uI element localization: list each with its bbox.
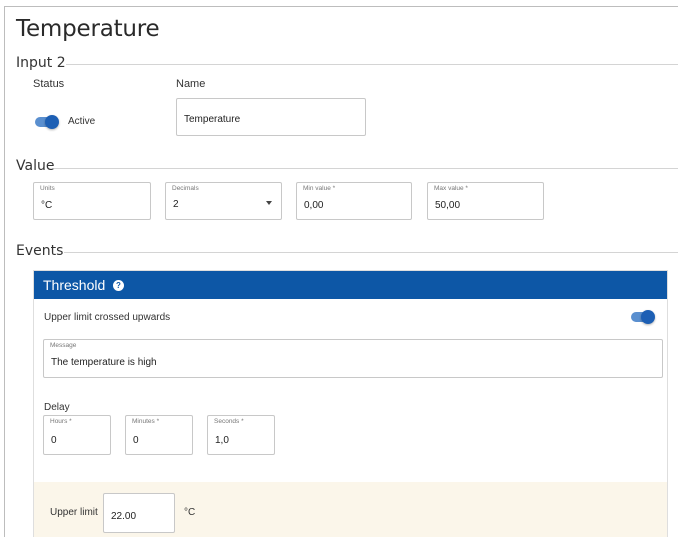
upper-limit-label: Upper limit [50, 507, 98, 518]
toggle-knob [641, 310, 655, 324]
section-heading-value: Value [16, 158, 55, 174]
name-input[interactable]: Temperature [176, 98, 366, 136]
delay-label: Delay [44, 402, 70, 413]
name-label: Name [176, 78, 206, 90]
hours-field[interactable]: Hours * 0 [43, 415, 111, 455]
help-icon[interactable]: ? [113, 280, 124, 291]
min-value-field[interactable]: Min value * 0,00 [296, 182, 412, 220]
message-field[interactable]: Message The temperature is high [43, 339, 663, 378]
max-value-field[interactable]: Max value * 50,00 [427, 182, 544, 220]
decimals-label: Decimals [172, 185, 199, 192]
message-value: The temperature is high [51, 357, 157, 368]
threshold-condition-label: Upper limit crossed upwards [44, 312, 171, 323]
units-field[interactable]: Units °C [33, 182, 151, 220]
section-divider [64, 252, 678, 253]
decimals-value: 2 [173, 199, 179, 210]
page-title: Temperature [16, 16, 160, 42]
units-label: Units [40, 185, 55, 192]
upper-limit-input[interactable]: 22.00 [103, 493, 175, 533]
seconds-label: Seconds * [214, 418, 244, 425]
status-value: Active [68, 116, 96, 127]
section-heading-events: Events [16, 243, 64, 259]
min-value-value: 0,00 [304, 200, 324, 211]
hours-label: Hours * [50, 418, 72, 425]
max-value-label: Max value * [434, 185, 468, 192]
minutes-label: Minutes * [132, 418, 160, 425]
minutes-field[interactable]: Minutes * 0 [125, 415, 193, 455]
status-toggle[interactable] [35, 115, 59, 129]
upper-limit-unit: °C [184, 507, 196, 518]
minutes-value: 0 [133, 435, 139, 446]
section-divider [54, 168, 678, 169]
threshold-header: Threshold ? [34, 271, 667, 299]
seconds-value: 1,0 [215, 435, 229, 446]
chevron-down-icon [266, 201, 272, 205]
toggle-knob [45, 115, 59, 129]
threshold-panel: Threshold ? Upper limit crossed upwards … [33, 270, 668, 537]
decimals-select[interactable]: Decimals 2 [165, 182, 282, 220]
seconds-field[interactable]: Seconds * 1,0 [207, 415, 275, 455]
threshold-toggle[interactable] [631, 310, 655, 324]
name-input-value: Temperature [184, 114, 241, 125]
section-heading-input: Input 2 [16, 55, 66, 71]
max-value-value: 50,00 [435, 200, 461, 211]
section-divider [66, 64, 678, 65]
upper-limit-row: Upper limit 22.00 °C [34, 482, 667, 537]
hours-value: 0 [51, 435, 57, 446]
status-label: Status [33, 78, 65, 90]
upper-limit-value: 22.00 [111, 511, 137, 522]
threshold-title: Threshold [43, 277, 106, 293]
units-value: °C [41, 200, 53, 211]
message-label: Message [50, 342, 77, 349]
min-value-label: Min value * [303, 185, 336, 192]
